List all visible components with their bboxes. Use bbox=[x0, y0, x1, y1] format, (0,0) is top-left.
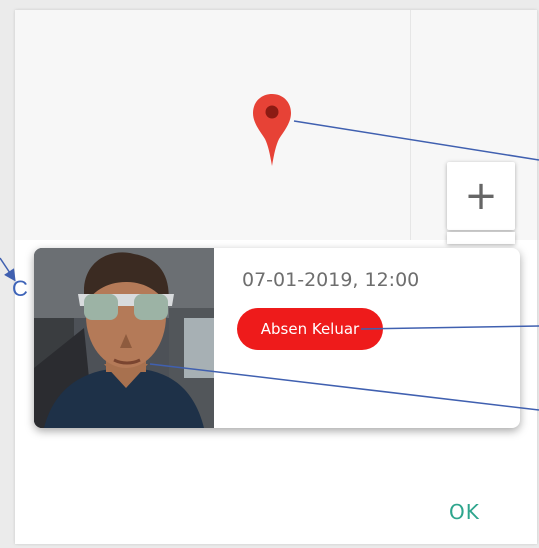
zoom-in-icon: + bbox=[464, 173, 498, 219]
status-label: Absen Keluar bbox=[260, 320, 360, 338]
attendance-card: 07-01-2019, 12:00 Absen Keluar bbox=[34, 248, 520, 428]
zoom-out-button[interactable] bbox=[447, 232, 515, 244]
attendance-status-badge: Absen Keluar bbox=[237, 308, 383, 350]
map-view[interactable]: + bbox=[15, 10, 537, 244]
map-side-glyph: C bbox=[12, 276, 28, 301]
map-pin-icon[interactable] bbox=[252, 92, 292, 168]
zoom-in-button[interactable]: + bbox=[447, 162, 515, 230]
attendance-timestamp: 07-01-2019, 12:00 bbox=[242, 269, 420, 291]
map-road bbox=[410, 10, 411, 240]
selfie-photo bbox=[34, 248, 214, 428]
ok-button[interactable]: OK bbox=[449, 500, 480, 524]
